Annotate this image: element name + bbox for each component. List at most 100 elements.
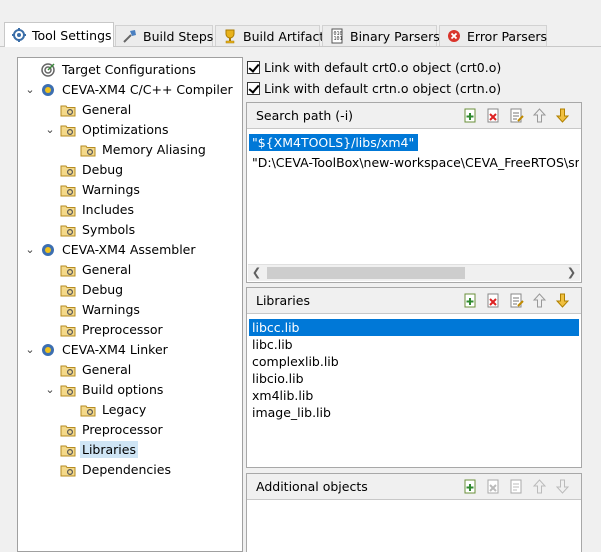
add-icon[interactable] (462, 107, 479, 124)
tree-item-label: Includes (82, 202, 135, 217)
settings-folder-icon (60, 282, 76, 298)
delete-icon[interactable] (485, 478, 502, 495)
tab-bar: Tool Settings Build Steps Build Artifact… (0, 22, 601, 47)
crt0-label: Link with default crt0.o object (crt0.o) (264, 59, 502, 75)
collapse-chevron-icon[interactable]: ⌄ (25, 344, 35, 355)
tree-item-linker[interactable]: CEVA-XM4 Linker (40, 340, 173, 359)
tree-item-label: General (82, 362, 132, 377)
collapse-chevron-icon[interactable]: ⌄ (45, 124, 55, 135)
list-item[interactable]: complexlib.lib (249, 353, 579, 370)
tree-item-dependencies[interactable]: Dependencies (60, 460, 176, 479)
tab-build-artifact[interactable]: Build Artifact (215, 25, 324, 46)
add-icon[interactable] (462, 478, 479, 495)
tree-item-compiler-general[interactable]: General (60, 100, 136, 119)
move-down-icon[interactable] (554, 107, 571, 124)
scrollbar-thumb[interactable] (267, 267, 465, 279)
tree-item-optimizations[interactable]: Optimizations (60, 120, 173, 139)
collapse-chevron-icon[interactable]: ⌄ (45, 384, 55, 395)
search-path-toolbar (462, 107, 571, 124)
tree-item-label: Dependencies (82, 462, 171, 477)
collapse-chevron-icon[interactable]: ⌄ (25, 244, 35, 255)
settings-folder-icon (60, 122, 76, 138)
delete-icon[interactable] (485, 107, 502, 124)
libraries-list[interactable]: libcc.lib libc.lib complexlib.lib libcio… (249, 319, 579, 421)
settings-folder-icon (60, 362, 76, 378)
tree-item-assembler-debug[interactable]: Debug (60, 280, 128, 299)
crtn-label: Link with default crtn.o object (crtn.o) (264, 80, 502, 96)
tree-item-label: CEVA-XM4 Assembler (62, 242, 196, 257)
crt0-option[interactable]: Link with default crt0.o object (crt0.o) (247, 58, 501, 76)
search-path-list[interactable]: "${XM4TOOLS}/libs/xm4" "D:\CEVA-ToolBox\… (249, 134, 579, 171)
settings-tree[interactable]: Target Configurations ⌄ CEVA-XM4 C/C++ C… (17, 57, 243, 552)
tree-item-linker-preprocessor[interactable]: Preprocessor (60, 420, 168, 439)
tree-item-compiler[interactable]: CEVA-XM4 C/C++ Compiler (40, 80, 238, 99)
add-icon[interactable] (462, 292, 479, 309)
tree-item-label: Legacy (102, 402, 147, 417)
tree-item-label: Target Configurations (62, 62, 196, 77)
ceva-tool-icon (40, 82, 56, 98)
tree-item-label: Symbols (82, 222, 136, 237)
tree-item-label: Build options (82, 382, 164, 397)
tree-item-assembler-warnings[interactable]: Warnings (60, 300, 145, 319)
settings-folder-icon (60, 302, 76, 318)
crt0-checkbox[interactable] (247, 60, 260, 74)
tree-item-compiler-debug[interactable]: Debug (60, 160, 128, 179)
edit-icon[interactable] (508, 292, 525, 309)
tree-item-assembler-preprocessor[interactable]: Preprocessor (60, 320, 168, 339)
tree-item-target-configurations[interactable]: Target Configurations (40, 60, 201, 79)
crtn-option[interactable]: Link with default crtn.o object (crtn.o) (247, 79, 501, 97)
tree-item-label: Debug (82, 282, 124, 297)
libraries-group: Libraries libcc.lib libc.lib complexlib.… (246, 287, 582, 468)
tab-binary-parsers[interactable]: 010 101 Binary Parsers (322, 25, 440, 46)
tab-error-parsers[interactable]: Error Parsers (439, 25, 547, 46)
svg-text:101: 101 (334, 36, 343, 42)
tree-item-label: Memory Aliasing (102, 142, 206, 157)
tree-item-assembler[interactable]: CEVA-XM4 Assembler (40, 240, 201, 259)
tree-item-libraries[interactable]: Libraries (60, 440, 141, 459)
move-up-icon[interactable] (531, 478, 548, 495)
tab-tool-settings[interactable]: Tool Settings (4, 22, 114, 47)
tree-item-symbols[interactable]: Symbols (60, 220, 140, 239)
edit-icon[interactable] (508, 478, 525, 495)
tool-settings-icon (11, 27, 27, 43)
tree-item-legacy[interactable]: Legacy (80, 400, 151, 419)
tree-item-includes[interactable]: Includes (60, 200, 139, 219)
settings-folder-icon (60, 162, 76, 178)
list-item[interactable]: libcio.lib (249, 370, 579, 387)
settings-folder-icon (60, 442, 76, 458)
move-up-icon[interactable] (531, 292, 548, 309)
collapse-chevron-icon[interactable]: ⌄ (25, 84, 35, 95)
move-up-icon[interactable] (531, 107, 548, 124)
tree-item-label: General (82, 262, 132, 277)
list-item[interactable]: "${XM4TOOLS}/libs/xm4" (249, 134, 419, 151)
additional-objects-toolbar (462, 478, 571, 495)
tree-item-label: Optimizations (82, 122, 169, 137)
list-item[interactable]: xm4lib.lib (249, 387, 579, 404)
tree-item-assembler-general[interactable]: General (60, 260, 136, 279)
tree-item-memory-aliasing[interactable]: Memory Aliasing (80, 140, 211, 159)
horizontal-scrollbar[interactable]: ❮ ❯ (248, 264, 580, 281)
search-path-group: Search path (-i) "${XM4TOOLS}/libs/xm4" … (246, 102, 582, 283)
scroll-left-icon[interactable]: ❮ (248, 265, 265, 281)
tab-label: Binary Parsers (350, 28, 440, 44)
edit-icon[interactable] (508, 107, 525, 124)
search-path-header: Search path (-i) (247, 103, 581, 129)
move-down-icon[interactable] (554, 478, 571, 495)
tab-build-steps[interactable]: Build Steps (115, 25, 213, 46)
tree-item-build-options[interactable]: Build options (60, 380, 168, 399)
settings-folder-icon (60, 102, 76, 118)
crtn-checkbox[interactable] (247, 81, 260, 95)
tab-label: Build Steps (143, 28, 214, 44)
scroll-right-icon[interactable]: ❯ (563, 265, 580, 281)
list-item[interactable]: libc.lib (249, 336, 579, 353)
list-item[interactable]: libcc.lib (249, 319, 579, 336)
move-down-icon[interactable] (554, 292, 571, 309)
delete-icon[interactable] (485, 292, 502, 309)
tree-item-label: Debug (82, 162, 124, 177)
tree-item-linker-general[interactable]: General (60, 360, 136, 379)
tree-item-compiler-warnings[interactable]: Warnings (60, 180, 145, 199)
list-item[interactable]: image_lib.lib (249, 404, 579, 421)
ceva-tool-icon (40, 342, 56, 358)
error-icon (446, 28, 462, 44)
list-item[interactable]: "D:\CEVA-ToolBox\new-workspace\CEVA_Free… (249, 154, 579, 171)
